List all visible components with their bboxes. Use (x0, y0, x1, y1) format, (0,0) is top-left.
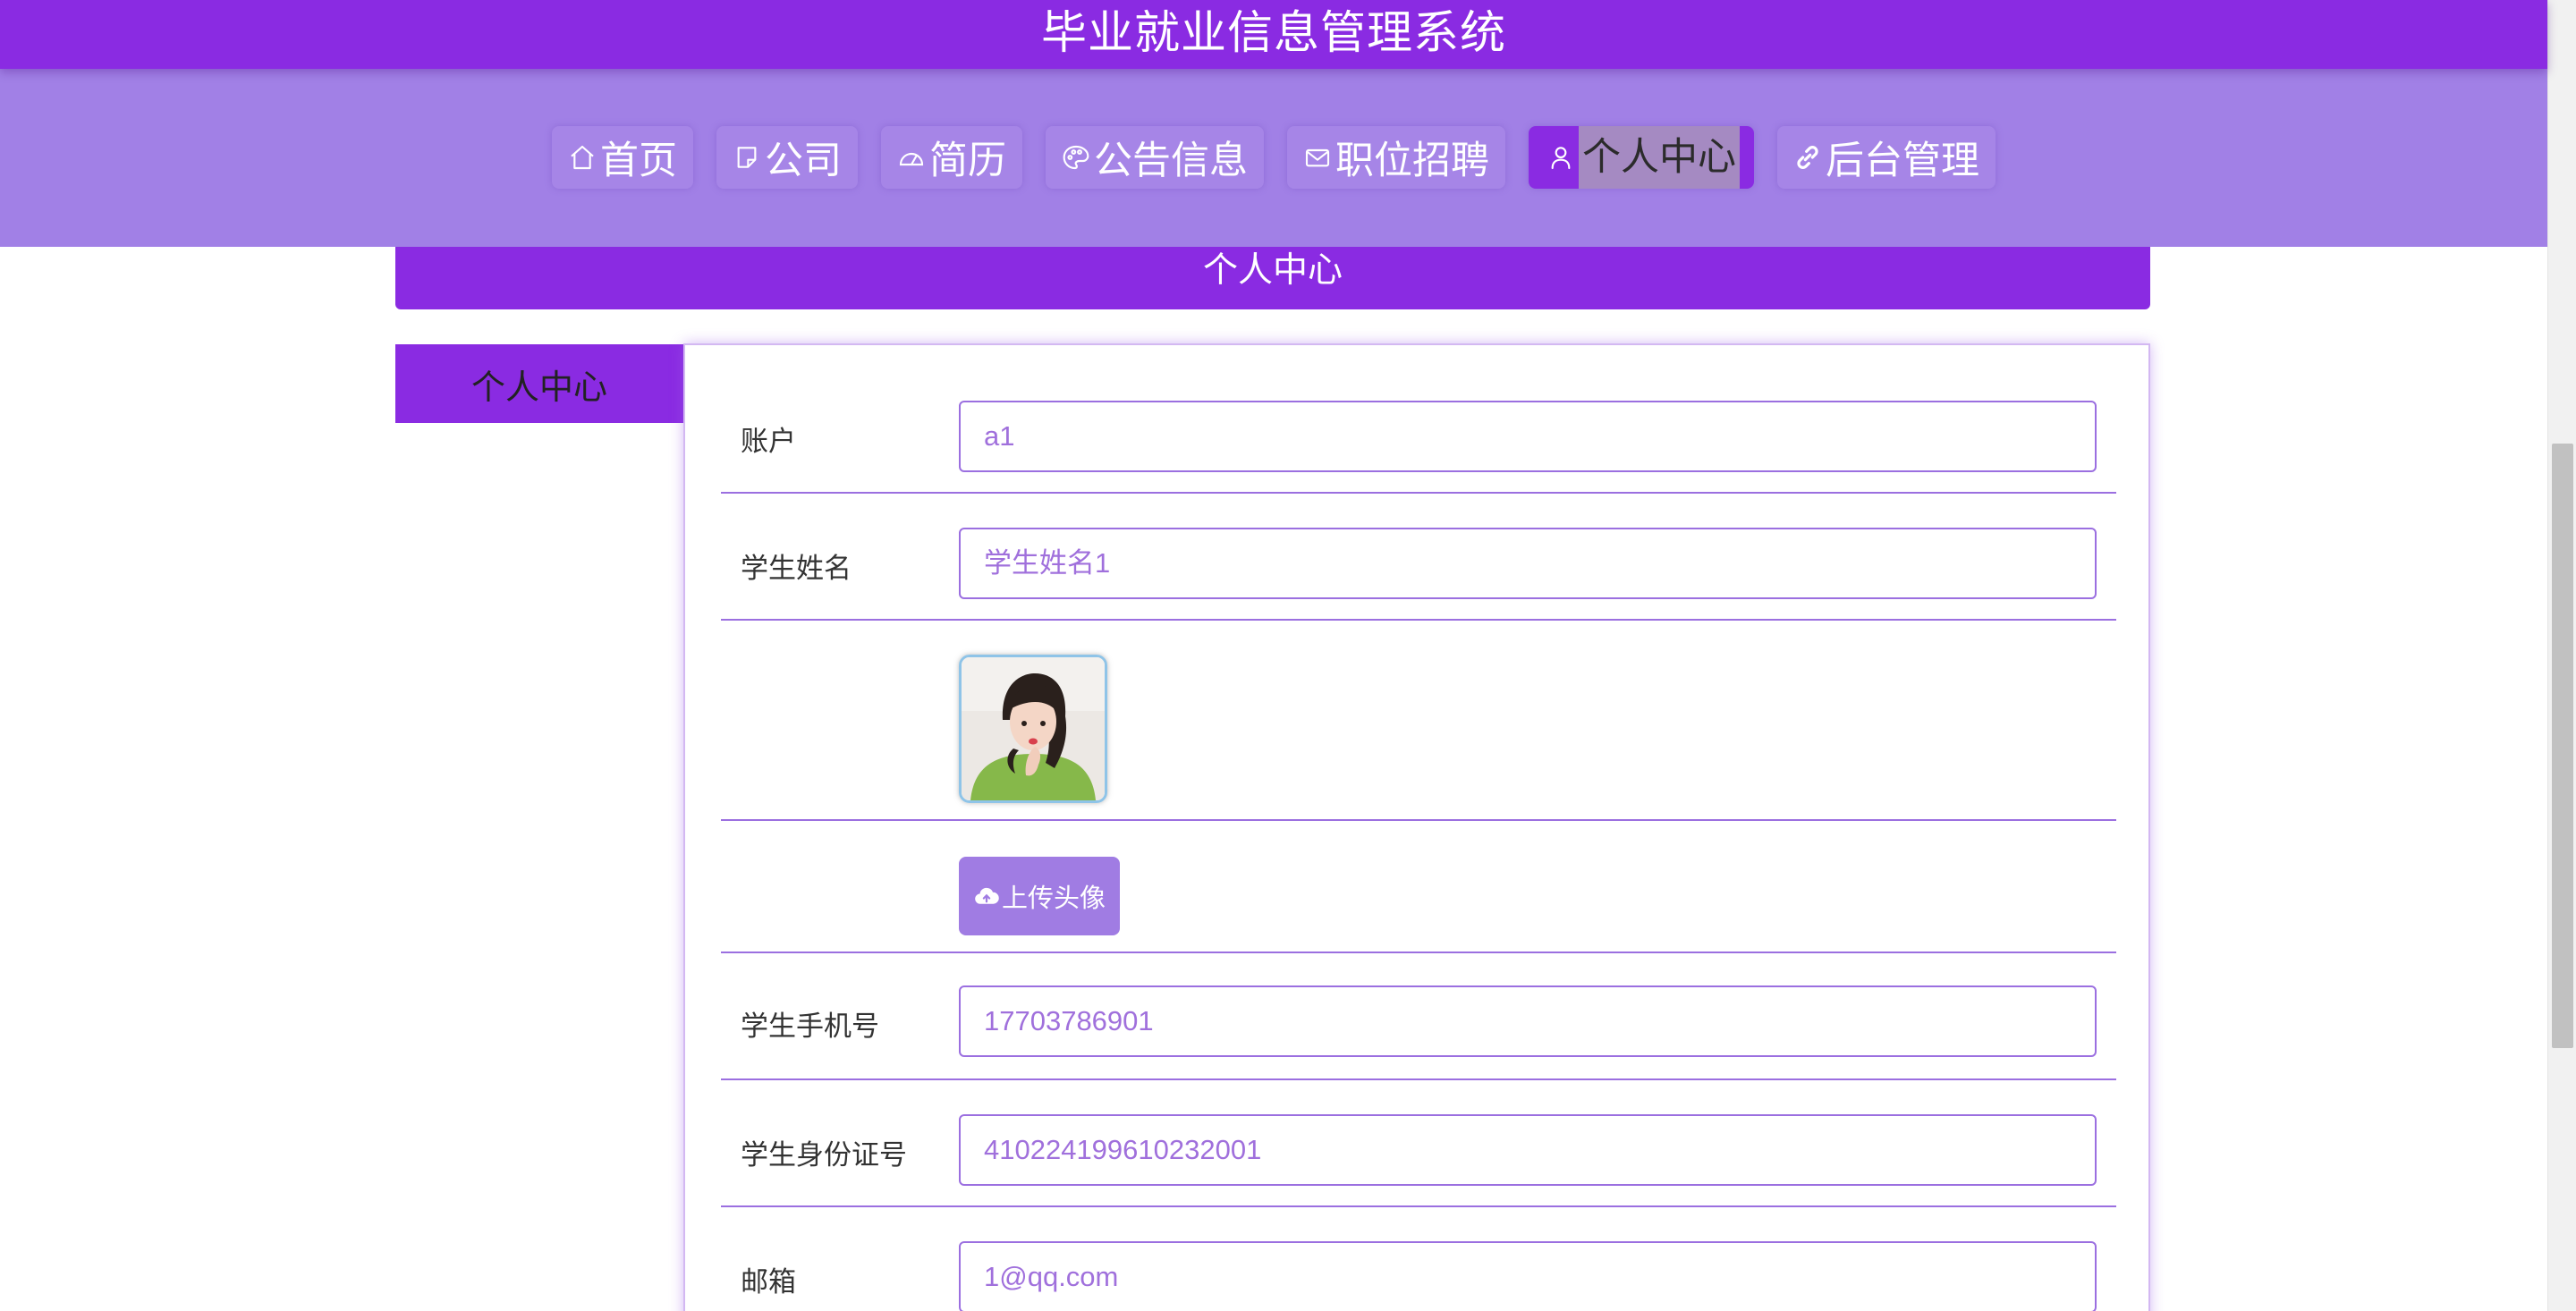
email-input[interactable]: 1@qq.com (959, 1241, 2097, 1311)
nav-item-home[interactable]: 首页 (552, 126, 693, 189)
section-title: 个人中心 (1202, 250, 1343, 291)
email-label: 邮箱 (741, 1266, 796, 1298)
profile-form: 账户 a1 学生姓名 学生姓名1 上传头像 学生手机号 17703786901 … (683, 343, 2150, 1311)
avatar-photo (962, 657, 1105, 800)
side-menu-item-personal-center[interactable]: 个人中心 (395, 344, 683, 423)
form-row-student-name: 学生姓名 学生姓名1 (721, 494, 2116, 621)
main-nav: 首页 公司 简历 公告信息 职位招聘 个人中心 后台管理 (0, 125, 2547, 190)
account-label: 账户 (741, 426, 796, 458)
nav-label: 职位招聘 (1335, 139, 1489, 183)
avatar (959, 655, 1107, 803)
upload-avatar-button[interactable]: 上传头像 (959, 857, 1120, 935)
id-number-input[interactable]: 410224199610232001 (959, 1114, 2097, 1186)
form-row-phone: 学生手机号 17703786901 (721, 953, 2116, 1080)
gauge-icon (899, 152, 924, 166)
nav-label: 简历 (929, 139, 1006, 183)
id-number-label: 学生身份证号 (741, 1139, 907, 1171)
form-row-upload: 上传头像 (721, 821, 2116, 953)
nav-label: 后台管理 (1826, 139, 1979, 183)
nav-label: 公告信息 (1094, 139, 1248, 183)
nav-item-company[interactable]: 公司 (716, 126, 858, 189)
side-menu-label: 个人中心 (470, 367, 607, 407)
home-icon (571, 145, 594, 170)
upload-avatar-label: 上传头像 (1001, 883, 1106, 913)
form-row-id-number: 学生身份证号 410224199610232001 (721, 1080, 2116, 1207)
note-icon (737, 147, 757, 168)
mail-icon (1305, 148, 1330, 167)
nav-label: 个人中心 (1579, 126, 1740, 189)
site-title: 毕业就业信息管理系统 (1040, 7, 1506, 60)
student-name-label: 学生姓名 (741, 553, 852, 585)
page-scrollbar[interactable] (2547, 0, 2576, 1311)
link-icon (1797, 146, 1818, 169)
student-name-input[interactable]: 学生姓名1 (959, 528, 2097, 599)
user-icon (1551, 147, 1571, 170)
nav-item-resume[interactable]: 简历 (881, 126, 1022, 189)
page: 毕业就业信息管理系统 首页 公司 简历 公告信息 职位招聘 个人中心 后台管理 … (0, 0, 2576, 1311)
nav-bar: 首页 公司 简历 公告信息 职位招聘 个人中心 后台管理 (0, 69, 2547, 247)
scrollbar-thumb[interactable] (2552, 444, 2573, 1048)
form-row-email: 邮箱 1@qq.com (721, 1207, 2116, 1311)
cloud-upload-icon (975, 887, 999, 904)
nav-item-personal-center[interactable]: 个人中心 (1529, 126, 1754, 189)
form-row-account: 账户 a1 (721, 345, 2116, 494)
nav-item-admin[interactable]: 后台管理 (1777, 126, 1996, 189)
nav-label: 公司 (765, 139, 842, 183)
title-bar: 毕业就业信息管理系统 (0, 0, 2547, 69)
icon-wrap (1546, 143, 1579, 172)
phone-label: 学生手机号 (741, 1011, 879, 1043)
form-row-avatar (721, 621, 2116, 821)
nav-item-announcement[interactable]: 公告信息 (1046, 126, 1264, 189)
nav-label: 首页 (600, 139, 677, 183)
nav-item-jobs[interactable]: 职位招聘 (1287, 126, 1505, 189)
phone-input[interactable]: 17703786901 (959, 985, 2097, 1057)
palette-icon (1063, 145, 1089, 170)
account-input[interactable]: a1 (959, 401, 2097, 472)
